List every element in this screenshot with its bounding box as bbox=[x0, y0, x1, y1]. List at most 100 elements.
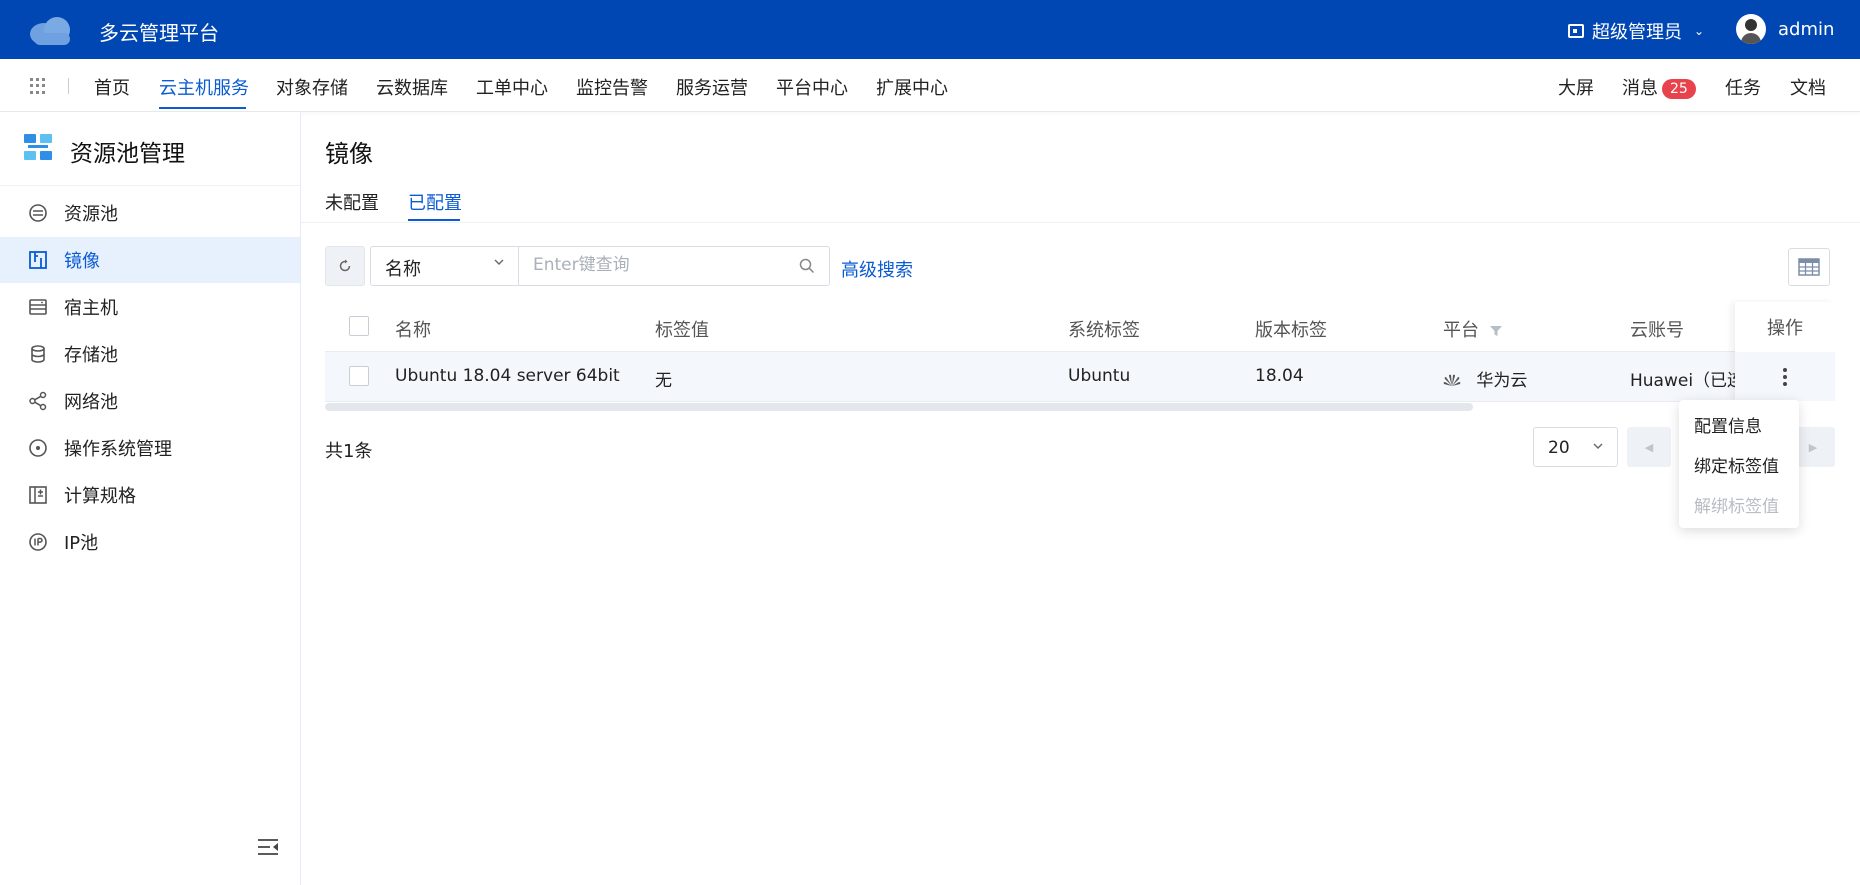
ip-icon bbox=[28, 532, 48, 552]
advanced-search-link[interactable]: 高级搜索 bbox=[841, 256, 913, 282]
username: admin bbox=[1778, 18, 1835, 40]
resource-pool-icon bbox=[28, 203, 48, 223]
refresh-button[interactable] bbox=[325, 246, 365, 286]
sidebar-item-os-management[interactable]: 操作系统管理 bbox=[0, 425, 300, 471]
sidebar-item-label: IP池 bbox=[64, 533, 99, 554]
menu-item-bind-tag[interactable]: 绑定标签值 bbox=[1694, 452, 1779, 477]
avatar bbox=[1736, 14, 1766, 44]
column-header-name[interactable]: 名称 bbox=[395, 316, 431, 342]
column-header-actions: 操作 bbox=[1767, 317, 1803, 339]
nav-item-monitoring[interactable]: 监控告警 bbox=[576, 74, 648, 100]
row-checkbox[interactable] bbox=[349, 366, 369, 386]
image-icon bbox=[28, 250, 48, 270]
apps-grid-icon[interactable] bbox=[30, 78, 46, 94]
app-title: 多云管理平台 bbox=[99, 21, 219, 45]
sidebar-item-label: 操作系统管理 bbox=[64, 439, 172, 460]
row-actions-menu: 配置信息 绑定标签值 解绑标签值 bbox=[1679, 400, 1799, 528]
nav-big-screen[interactable]: 大屏 bbox=[1558, 74, 1594, 100]
collapse-sidebar-icon[interactable] bbox=[257, 838, 279, 856]
search-field-select[interactable]: 名称 bbox=[370, 246, 519, 286]
search-input[interactable] bbox=[533, 247, 793, 283]
cell-name[interactable]: Ubuntu 18.04 server 64bit bbox=[395, 366, 620, 386]
sidebar-item-host[interactable]: 宿主机 bbox=[0, 284, 300, 330]
role-label: 超级管理员 bbox=[1592, 22, 1682, 43]
nav-item-cloud-database[interactable]: 云数据库 bbox=[376, 74, 448, 100]
horizontal-scrollbar-thumb[interactable] bbox=[325, 403, 1473, 411]
sidebar-item-compute-spec[interactable]: 计算规格 bbox=[0, 472, 300, 518]
messages-label: 消息 bbox=[1622, 78, 1658, 99]
sidebar-item-image[interactable]: 镜像 bbox=[0, 237, 300, 283]
column-header-version-tag[interactable]: 版本标签 bbox=[1255, 316, 1327, 342]
chevron-down-icon bbox=[1593, 443, 1603, 449]
chevron-right-icon: ▶ bbox=[1808, 440, 1818, 454]
page-title: 镜像 bbox=[325, 140, 373, 168]
spec-icon bbox=[28, 485, 48, 505]
refresh-icon bbox=[339, 259, 351, 272]
chevron-down-icon bbox=[494, 259, 504, 265]
sidebar-item-label: 资源池 bbox=[64, 204, 118, 225]
resource-pool-management-icon bbox=[24, 134, 52, 160]
sidebar-item-storage-pool[interactable]: 存储池 bbox=[0, 331, 300, 377]
menu-item-config-info[interactable]: 配置信息 bbox=[1694, 412, 1762, 437]
cell-version-tag: 18.04 bbox=[1255, 366, 1304, 386]
sidebar-item-ip-pool[interactable]: IP池 bbox=[0, 519, 300, 565]
top-header: 多云管理平台 超级管理员 ⌄ admin bbox=[0, 0, 1860, 59]
database-icon bbox=[28, 344, 48, 364]
user-menu[interactable]: admin bbox=[1736, 14, 1834, 44]
tab-unconfigured[interactable]: 未配置 bbox=[325, 189, 379, 215]
nav-item-ticket-center[interactable]: 工单中心 bbox=[476, 74, 548, 100]
nav-messages[interactable]: 消息 25 bbox=[1622, 74, 1696, 100]
prev-page-button[interactable]: ◀ bbox=[1627, 427, 1671, 467]
role-switcher[interactable]: 超级管理员 ⌄ bbox=[1568, 18, 1704, 44]
nav-divider bbox=[68, 78, 69, 94]
sidebar-item-label: 存储池 bbox=[64, 345, 118, 366]
disc-icon bbox=[28, 438, 48, 458]
sidebar-item-label: 网络池 bbox=[64, 392, 118, 413]
message-count-badge: 25 bbox=[1662, 79, 1696, 99]
menu-item-unbind-tag: 解绑标签值 bbox=[1694, 497, 1779, 517]
search-icon[interactable] bbox=[799, 258, 815, 274]
search-box bbox=[518, 246, 830, 286]
cloud-logo-icon bbox=[30, 17, 70, 45]
tabs-divider bbox=[301, 222, 1860, 223]
tab-configured[interactable]: 已配置 bbox=[408, 189, 462, 215]
page-size-select[interactable]: 20 bbox=[1533, 427, 1618, 467]
cell-platform-label: 华为云 bbox=[1476, 371, 1528, 391]
column-header-account[interactable]: 云账号 bbox=[1630, 316, 1684, 342]
filter-icon[interactable] bbox=[1489, 325, 1503, 337]
cell-account: Huawei（已连 bbox=[1630, 371, 1735, 391]
host-icon bbox=[28, 297, 48, 317]
row-actions-cell bbox=[1735, 352, 1835, 401]
chevron-left-icon: ◀ bbox=[1644, 440, 1654, 454]
table-icon bbox=[1798, 258, 1820, 276]
huawei-logo-icon bbox=[1443, 374, 1461, 386]
sidebar-header: 资源池管理 bbox=[0, 112, 300, 186]
nav-item-platform-center[interactable]: 平台中心 bbox=[776, 74, 848, 100]
more-actions-icon[interactable] bbox=[1783, 367, 1787, 386]
select-all-checkbox[interactable] bbox=[349, 316, 369, 336]
sidebar-item-network-pool[interactable]: 网络池 bbox=[0, 378, 300, 424]
column-header-system-tag[interactable]: 系统标签 bbox=[1068, 316, 1140, 342]
sidebar-item-label: 镜像 bbox=[64, 251, 100, 272]
nav-item-extension-center[interactable]: 扩展中心 bbox=[876, 74, 948, 100]
page-size-value: 20 bbox=[1548, 438, 1570, 458]
nav-item-service-ops[interactable]: 服务运营 bbox=[676, 74, 748, 100]
actions-column: 操作 bbox=[1735, 302, 1835, 402]
nav-item-cloud-host[interactable]: 云主机服务 bbox=[159, 74, 249, 100]
nav-docs[interactable]: 文档 bbox=[1790, 74, 1826, 100]
nav-item-object-storage[interactable]: 对象存储 bbox=[276, 74, 348, 100]
total-count: 共1条 bbox=[325, 441, 373, 462]
column-header-platform-label: 平台 bbox=[1443, 320, 1479, 341]
nav-item-home[interactable]: 首页 bbox=[94, 74, 130, 100]
cell-system-tag: Ubuntu bbox=[1068, 366, 1131, 386]
sidebar-item-resource-pool[interactable]: 资源池 bbox=[0, 190, 300, 236]
column-header-platform[interactable]: 平台 bbox=[1443, 316, 1503, 342]
nav-active-indicator bbox=[159, 107, 246, 109]
cell-tag-value: 无 bbox=[655, 371, 672, 391]
column-settings-button[interactable] bbox=[1788, 248, 1830, 286]
column-header-tag-value[interactable]: 标签值 bbox=[655, 316, 709, 342]
sidebar: 资源池管理 资源池 镜像 宿主机 存储池 网络池 操作系统管理 计算规格 IP池 bbox=[0, 112, 301, 885]
nav-tasks[interactable]: 任务 bbox=[1725, 74, 1761, 100]
cell-platform: 华为云 bbox=[1443, 366, 1527, 391]
sidebar-item-label: 宿主机 bbox=[64, 298, 118, 319]
